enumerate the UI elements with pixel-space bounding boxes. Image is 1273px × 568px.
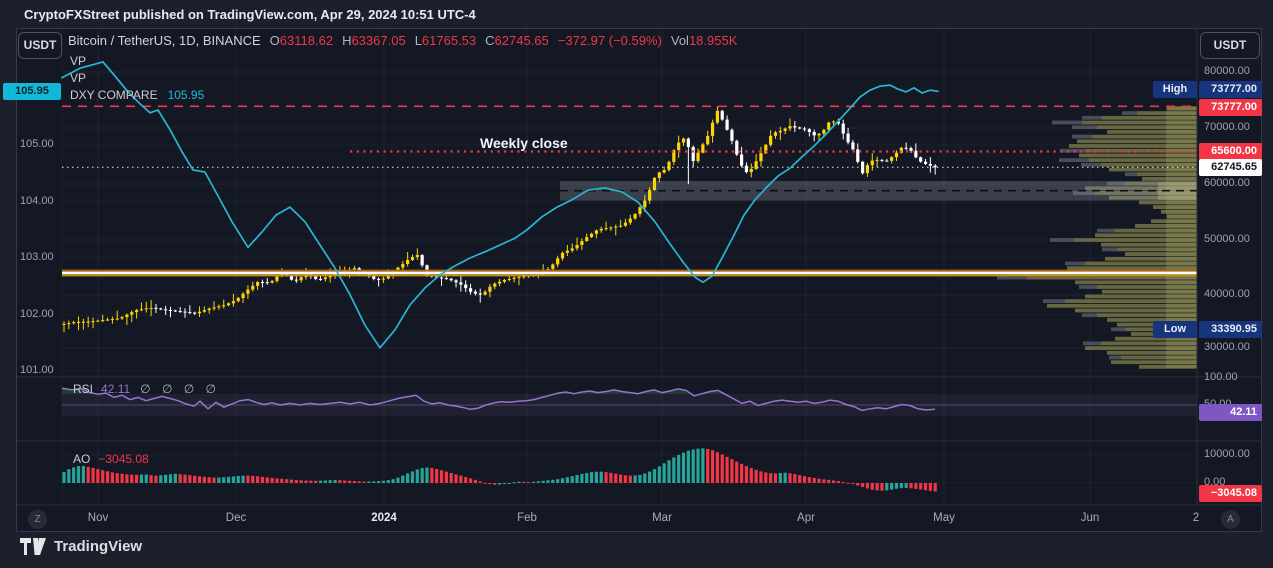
right-axis-tick: 80000.00 — [1204, 65, 1250, 77]
left-axis-tick: 101.00 — [20, 364, 54, 376]
dxy-value: 105.95 — [168, 88, 205, 102]
right-axis-tick: 30000.00 — [1204, 341, 1250, 353]
ohlc-open: O63118.62 — [270, 33, 333, 48]
time-axis-label: Mar — [652, 512, 672, 524]
time-axis-label: Apr — [797, 512, 815, 524]
ohlc-change: −372.97 (−0.59%) — [558, 33, 662, 48]
time-axis-label: Nov — [88, 512, 108, 524]
time-axis-label: Dec — [226, 512, 246, 524]
volume-readout: Vol18.955K — [671, 33, 738, 48]
weekly-close-annotation: Weekly close — [480, 135, 568, 151]
time-axis-label: Feb — [517, 512, 537, 524]
price-chip: 33390.95 — [1199, 321, 1262, 338]
footer-bar: TradingView — [20, 538, 142, 555]
rsi-legend[interactable]: RSI42.11∅ ∅ ∅ ∅ — [73, 382, 220, 396]
right-axis-tick: 70000.00 — [1204, 121, 1250, 133]
left-axis-tick: 104.00 — [20, 195, 54, 207]
ao-legend[interactable]: AO−3045.08 — [73, 452, 149, 466]
price-chip: 73777.00 — [1199, 99, 1262, 116]
price-chip: 73777.00 — [1199, 81, 1262, 98]
ohlc-low: L61765.53 — [415, 33, 476, 48]
orange-support-line — [62, 271, 1197, 276]
tradingview-screenshot: CryptoFXStreet published on TradingView.… — [0, 0, 1273, 568]
low-label-chip: Low — [1153, 321, 1197, 338]
high-label-chip: High — [1153, 81, 1197, 98]
left-axis-tick: 103.00 — [20, 251, 54, 263]
symbol-title[interactable]: Bitcoin / TetherUS, 1D, BINANCE — [68, 33, 261, 48]
ao-value: −3045.08 — [98, 452, 148, 466]
dxy-price-chip: 105.95 — [3, 83, 61, 100]
left-axis-tick: 102.00 — [20, 308, 54, 320]
time-axis-label: 2024 — [371, 512, 397, 524]
symbol-info-bar[interactable]: Bitcoin / TetherUS, 1D, BINANCE O63118.6… — [68, 33, 737, 48]
right-axis-tick: 40000.00 — [1204, 288, 1250, 300]
price-chip: 62745.65 — [1199, 159, 1262, 176]
rsi-value: 42.11 — [101, 382, 130, 396]
dxy-compare-line — [62, 62, 938, 348]
grid-lines — [62, 28, 1197, 505]
right-axis-tick: 50000.00 — [1204, 233, 1250, 245]
price-chip: 42.11 — [1199, 404, 1262, 421]
left-axis-tick: 105.00 — [20, 138, 54, 150]
price-chip: 65600.00 — [1199, 143, 1262, 160]
time-axis-label: 2 — [1193, 512, 1199, 524]
currency-toggle-left[interactable]: USDT — [18, 32, 62, 59]
right-axis-tick: 100.00 — [1204, 371, 1238, 383]
legend-dxy-compare[interactable]: DXY COMPARE105.95 — [70, 87, 204, 103]
ohlc-high: H63367.05 — [342, 33, 406, 48]
indicator-legend: VP VP DXY COMPARE105.95 — [70, 53, 204, 104]
legend-vp-1[interactable]: VP — [70, 53, 204, 69]
ohlc-close: C62745.65 — [485, 33, 549, 48]
time-axis-label: Jun — [1081, 512, 1100, 524]
rsi-empty-values: ∅ ∅ ∅ ∅ — [140, 382, 220, 396]
right-axis-tick: 60000.00 — [1204, 177, 1250, 189]
timezone-button[interactable]: Z — [28, 510, 47, 529]
currency-toggle-right[interactable]: USDT — [1200, 32, 1260, 59]
right-axis-tick: 10000.00 — [1204, 448, 1250, 460]
time-axis-label: May — [933, 512, 955, 524]
tradingview-logo[interactable] — [20, 538, 46, 555]
brand-name[interactable]: TradingView — [54, 538, 142, 555]
legend-vp-2[interactable]: VP — [70, 70, 204, 86]
auto-scale-button[interactable]: A — [1221, 510, 1240, 529]
price-chip: −3045.08 — [1199, 485, 1262, 502]
